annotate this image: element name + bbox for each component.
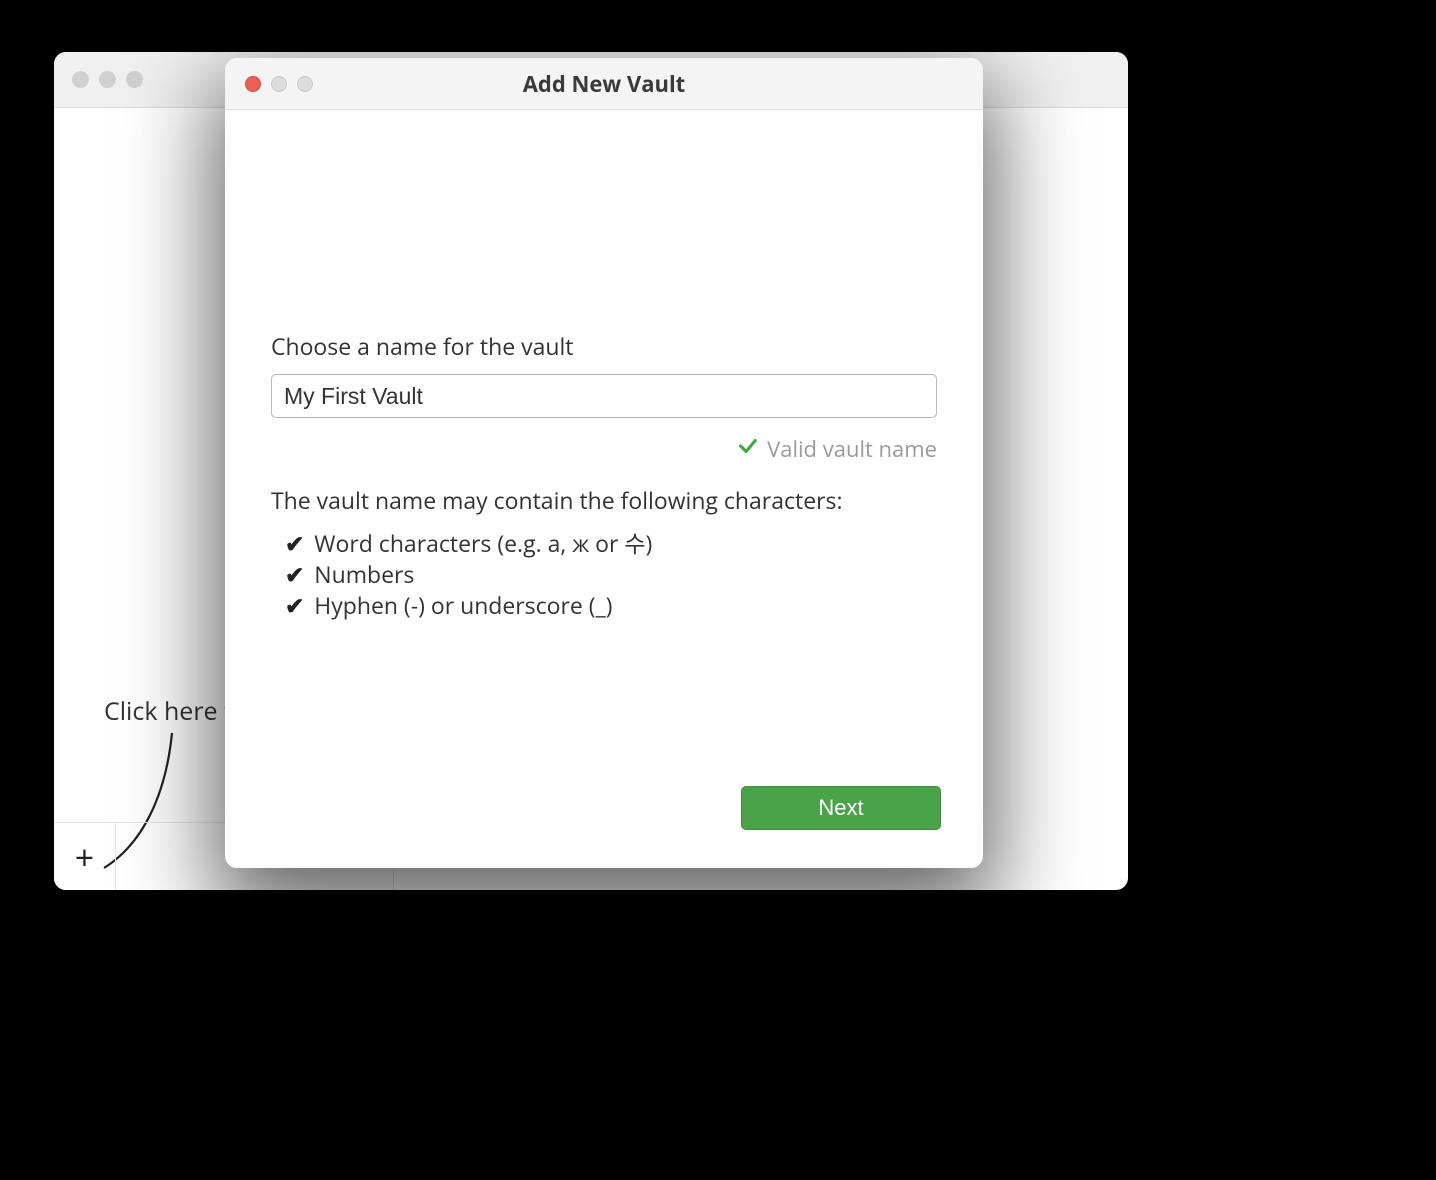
validation-text: Valid vault name [767,434,937,464]
bg-traffic-light-minimize[interactable] [99,71,116,88]
rule-item: ✔ Hyphen (-) or underscore (_) [285,590,937,621]
vault-name-label: Choose a name for the vault [271,330,937,362]
rule-text: Hyphen (-) or underscore (_) [314,590,612,621]
dialog-titlebar: Add New Vault [225,58,983,110]
dialog-close-button[interactable] [245,76,261,92]
rule-item: ✔ Numbers [285,559,937,590]
rules-list: ✔ Word characters (e.g. a, ж or 수) ✔ Num… [271,528,937,621]
checkmark-icon [737,434,759,464]
checkmark-icon: ✔ [285,528,304,559]
validation-row: Valid vault name [271,434,937,464]
vault-name-input[interactable] [271,374,937,418]
bg-traffic-light-close[interactable] [72,71,89,88]
rules-intro: The vault name may contain the following… [271,484,937,516]
checkmark-icon: ✔ [285,559,304,590]
next-button-label: Next [818,795,863,821]
plus-icon: + [75,834,94,880]
rule-item: ✔ Word characters (e.g. a, ж or 수) [285,528,937,559]
next-button[interactable]: Next [741,786,941,830]
dialog-minimize-button[interactable] [271,76,287,92]
bg-traffic-light-zoom[interactable] [126,71,143,88]
add-vault-dialog: Add New Vault Choose a name for the vaul… [225,58,983,868]
dialog-title: Add New Vault [225,69,983,99]
rule-text: Numbers [314,559,414,590]
checkmark-icon: ✔ [285,590,304,621]
add-vault-button[interactable]: + [54,823,116,890]
dialog-zoom-button[interactable] [297,76,313,92]
dialog-footer: Next [225,766,983,868]
dialog-content: Choose a name for the vault Valid vault … [225,110,983,766]
rule-text: Word characters (e.g. a, ж or 수) [314,528,652,559]
